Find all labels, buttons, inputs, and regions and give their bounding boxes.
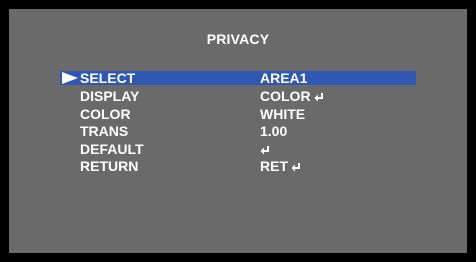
menu-item-label: TRANS [80,123,129,139]
menu-item-trans[interactable]: TRANS 1.00 [60,124,416,138]
menu-item-value: AREA1 [260,70,308,86]
enter-icon [291,163,301,172]
menu-item-value: RET [260,158,288,174]
menu-item-value-wrap: RET [260,159,301,173]
menu-item-label: DEFAULT [80,141,144,157]
menu-item-value-wrap [260,142,270,156]
menu-item-default[interactable]: DEFAULT [60,142,416,156]
cursor-icon [62,72,78,84]
menu-item-value: WHITE [260,106,306,122]
menu-item-label: RETURN [80,158,139,174]
enter-icon [260,146,270,155]
menu-item-select[interactable]: SELECT AREA1 [60,71,416,85]
menu-title: PRIVACY [206,31,270,47]
menu-item-value: 1.00 [260,123,288,139]
menu-item-display[interactable]: DISPLAY COLOR [60,89,416,103]
enter-icon [314,93,324,102]
menu-item-label: DISPLAY [80,88,140,104]
menu-item-color[interactable]: COLOR WHITE [60,107,416,121]
menu-item-value-wrap: COLOR [260,89,324,103]
menu-item-label: COLOR [80,106,131,122]
menu-item-label: SELECT [80,70,136,86]
menu-item-return[interactable]: RETURN RET [60,159,416,173]
menu-item-value: COLOR [260,88,311,104]
